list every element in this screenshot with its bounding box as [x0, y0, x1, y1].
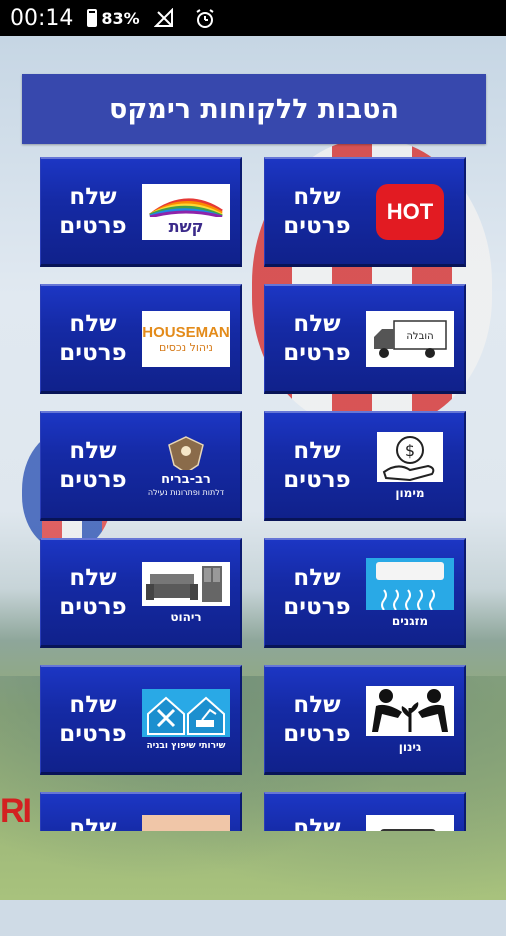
- air-conditioner-icon: מזגנים: [366, 557, 454, 628]
- send-details-label: שלח פרטים: [283, 310, 351, 366]
- send-details-label: שלח פרטים: [59, 437, 127, 493]
- benefit-tile-partial[interactable]: שלח: [40, 792, 242, 831]
- benefit-tile-keshet[interactable]: שלח פרטים קשת: [40, 157, 242, 267]
- benefit-tile-moving[interactable]: שלח פרטים הובלה: [264, 284, 466, 394]
- send-details-label: שלח פרטים: [59, 564, 127, 620]
- tile-caption: גינון: [398, 739, 422, 754]
- houseman-logo: HOUSEMAN ניהול נכסים: [142, 308, 230, 370]
- send-details-label: שלח: [293, 815, 341, 831]
- benefit-tile-security[interactable]: שלח: [264, 792, 466, 831]
- shield-icon: [168, 435, 204, 470]
- benefit-tile-air-conditioners[interactable]: שלח פרטים מזגנים: [264, 538, 466, 648]
- gardening-icon: גינון: [366, 685, 454, 754]
- money-hand-icon: $ מימון: [366, 431, 454, 500]
- signal-icon: [153, 7, 174, 28]
- benefit-tile-rav-bariach[interactable]: שלח פרטים רב-בריח דלתות ופתרונות נעילה: [40, 411, 242, 521]
- benefit-tile-hot[interactable]: שלח פרטים HOT: [264, 157, 466, 267]
- tile-caption: מזגנים: [391, 613, 429, 628]
- svg-text:$: $: [405, 441, 415, 460]
- security-camera-icon: [366, 804, 454, 831]
- send-details-label: שלח פרטים: [59, 691, 127, 747]
- benefits-grid[interactable]: שלח פרטים HOT שלח פרטים קשת שלח פרטים הו…: [40, 157, 468, 831]
- send-details-label: שלח: [69, 815, 117, 831]
- furniture-icon: ריהוט: [142, 561, 230, 624]
- battery-icon: [87, 9, 98, 27]
- send-details-label: שלח פרטים: [283, 691, 351, 747]
- hot-logo: HOT: [366, 181, 454, 243]
- tile-caption: שירותי שיפוץ ובניה: [146, 740, 226, 751]
- send-details-label: שלח פרטים: [59, 310, 127, 366]
- tile-caption: ריהוט: [170, 609, 202, 624]
- send-details-label: שלח פרטים: [283, 183, 351, 239]
- send-details-label: שלח פרטים: [283, 564, 351, 620]
- svg-text:הובלה: הובלה: [406, 331, 433, 342]
- page-title: הטבות ללקוחות רימקס: [22, 74, 486, 144]
- benefit-tile-finance[interactable]: שלח פרטים $ מימון: [264, 411, 466, 521]
- benefit-tile-gardening[interactable]: שלח פרטים גינון: [264, 665, 466, 775]
- rainbow-icon: [149, 198, 223, 217]
- brand-logo-fragment: RI: [0, 792, 32, 830]
- benefit-tile-houseman[interactable]: שלח פרטים HOUSEMAN ניהול נכסים: [40, 284, 242, 394]
- benefit-tile-furniture[interactable]: שלח פרטים ריהוט: [40, 538, 242, 648]
- renovation-icon: שירותי שיפוץ ובניה: [142, 688, 230, 751]
- rav-bariach-logo: רב-בריח דלתות ופתרונות נעילה: [142, 435, 230, 497]
- clock: 00:14: [10, 5, 74, 31]
- battery-percent: 83%: [101, 8, 140, 28]
- tile-caption: מימון: [395, 485, 425, 500]
- moving-truck-icon: הובלה: [366, 308, 454, 370]
- alarm-icon: [194, 8, 214, 28]
- send-details-label: שלח פרטים: [283, 437, 351, 493]
- send-details-label: שלח פרטים: [59, 183, 127, 239]
- benefit-tile-renovation[interactable]: שלח פרטים שירותי שיפוץ ובניה: [40, 665, 242, 775]
- hand-icon: [142, 804, 230, 831]
- keshet-logo: קשת: [142, 181, 230, 243]
- status-bar: 00:14 83%: [0, 0, 506, 36]
